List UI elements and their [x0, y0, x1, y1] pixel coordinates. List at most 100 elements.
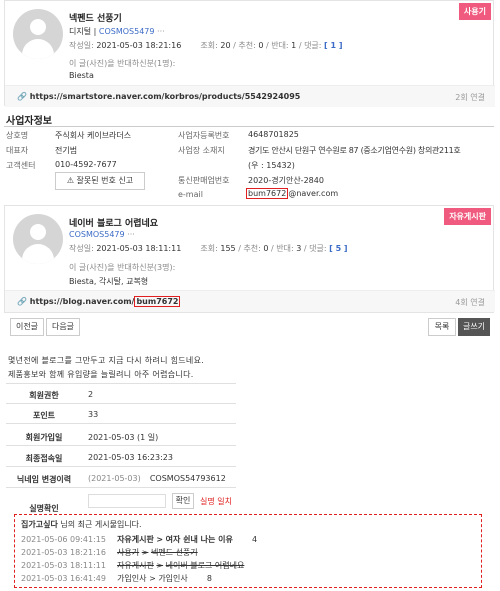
recent-item[interactable]: 2021-05-06 09:41:15 자유게시판 > 여자 쉰내 나는 이유 … [21, 534, 257, 545]
link-icon: 🔗 [17, 92, 27, 101]
rec-label: 추천: [238, 41, 256, 50]
avatar[interactable] [13, 214, 63, 264]
biz-value: 주식회사 케이브라더스 [55, 131, 132, 140]
author-link[interactable]: COSMOS5479 [99, 27, 155, 36]
comments-count[interactable]: [ 5 ] [329, 244, 347, 253]
comments-count[interactable]: [ 1 ] [324, 41, 342, 50]
recent-item[interactable]: 2021-05-03 18:11:11 자유게시판 > 네이버 블로그 어렵네요 [21, 560, 244, 571]
separator: | [93, 27, 97, 36]
separator: / [233, 41, 236, 50]
opposers-line: 이 글(사진)을 반대하신분(1명): [69, 59, 176, 68]
separator: / [265, 41, 269, 50]
verify-label: 실명확인 [29, 504, 59, 513]
list-button[interactable]: 목록 [428, 318, 456, 336]
member-label: 회원권한 [29, 391, 59, 400]
biz-label: 사업자등록번호 [178, 131, 230, 140]
nick-history-label: 닉네임 변경이력 [16, 475, 72, 484]
views-value: 20 [220, 41, 231, 50]
biz-value: 2020-경기안산-2840 [248, 176, 324, 185]
verify-button[interactable]: 확인 [172, 493, 194, 509]
comments-label: 댓글: [309, 244, 327, 253]
avatar[interactable] [13, 9, 63, 59]
report-icon: ⚠ [66, 176, 74, 185]
member-value: 33 [88, 410, 99, 419]
recent-posts-box: 집가고싶다 님의 최근 게시물입니다. 2021-05-06 09:41:15 … [14, 514, 482, 588]
biz-value: (우 : 15432) [248, 161, 295, 170]
link-icon: 🔗 [17, 297, 27, 306]
opposers-list: Biesta, 각시탈, 교복형 [69, 277, 149, 286]
opposers-list: Biesta [69, 71, 94, 80]
biz-label: 대표자 [6, 146, 29, 155]
views-label: 조회: [200, 41, 218, 50]
separator: / [303, 244, 307, 253]
biz-label: 고객센터 [6, 161, 36, 170]
member-label: 회원가입일 [25, 433, 63, 442]
board-tag[interactable]: 사용기 [458, 3, 491, 20]
biz-value: 전기범 [55, 146, 78, 155]
rec-value: 0 [263, 244, 269, 253]
author-link[interactable]: COSMOS5479 [69, 230, 125, 239]
link-url[interactable]: https://smartstore.naver.com/korbros/pro… [30, 92, 301, 101]
biz-label: 상호명 [6, 131, 29, 140]
biz-label: 통신판매업번호 [178, 176, 230, 185]
email-label: e-mail [178, 190, 203, 199]
board-tag[interactable]: 자유게시판 [444, 208, 491, 225]
link-count: 4회 연결 [455, 298, 485, 307]
comments-label: 댓글: [304, 41, 322, 50]
recent-user-name[interactable]: 집가고싶다 [21, 520, 58, 529]
more-icon: ··· [157, 27, 165, 36]
link-bar: 🔗 https://smartstore.naver.com/korbros/p… [5, 85, 495, 107]
date-label: 작성일: [69, 244, 94, 253]
link-bar: 🔗 https://blog.naver.com/bum7672 4회 연결 [5, 290, 495, 312]
link-url[interactable]: https://blog.naver.com/bum7672 [30, 296, 181, 307]
views-value: 155 [220, 244, 236, 253]
post-card-2: 자유게시판 네이버 블로그 어렵네요 COSMOS5479 ··· 작성일: 2… [4, 205, 495, 313]
member-label: 최종접속일 [25, 454, 63, 463]
member-value: 2 [88, 390, 94, 399]
nick-history-value: COSMOS54793612 [149, 474, 226, 483]
views-label: 조회: [200, 244, 218, 253]
rec-label: 추천: [243, 244, 261, 253]
post-card-1: 사용기 넥펜드 선풍기 디지털 | COSMOS5479 ··· 작성일: 20… [4, 0, 495, 107]
biz-value: 경기도 안산시 단원구 연수원로 87 (중소기업연수원) 창의관211호 [248, 146, 461, 155]
more-icon: ··· [127, 230, 135, 239]
recent-item[interactable]: 2021-05-03 16:41:49 가입인사 > 가입인사 8 [21, 573, 212, 584]
link-user-highlight: bum7672 [134, 296, 181, 307]
opp-value: 1 [291, 41, 297, 50]
nick-history-date: (2021-05-03) [88, 474, 141, 483]
member-label: 포인트 [32, 411, 56, 420]
report-number-button[interactable]: ⚠ 잘못된 번호 신고 [55, 172, 145, 190]
member-value: 2021-05-03 16:23:23 [88, 453, 173, 462]
post-body-line: 제품홍보와 함께 유입량을 늘릴려니 아주 어렵습니다. [8, 370, 194, 379]
next-post-button[interactable]: 다음글 [46, 318, 80, 336]
opp-label: 반대: [276, 244, 294, 253]
separator: / [238, 244, 241, 253]
recent-item[interactable]: 2021-05-03 18:21:16 사용기 > 넥펜드 선풍기 [21, 547, 198, 558]
member-value: 2021-05-03 (1 일) [88, 433, 159, 442]
biz-value: 4648701825 [248, 130, 299, 139]
date-label: 작성일: [69, 41, 94, 50]
opp-label: 반대: [271, 41, 289, 50]
post-date: 2021-05-03 18:21:16 [96, 41, 182, 50]
link-count: 2회 연결 [455, 93, 485, 102]
verify-input[interactable] [88, 494, 166, 508]
separator: / [271, 244, 274, 253]
opp-value: 3 [296, 244, 302, 253]
post-title[interactable]: 넥펜드 선풍기 [69, 11, 122, 24]
post-body-line: 몇년전에 블로그를 그만두고 지금 다시 하려니 힘드네요. [8, 356, 205, 365]
recent-title-suffix: 님의 최근 게시물입니다. [60, 520, 142, 529]
business-heading: 사업자정보 [6, 116, 52, 127]
biz-label: 사업장 소재지 [178, 146, 225, 155]
separator: / [298, 41, 302, 50]
rec-value: 0 [258, 41, 264, 50]
biz-value: 010-4592-7677 [55, 160, 117, 169]
post-title[interactable]: 네이버 블로그 어렵네요 [69, 216, 158, 229]
verify-status: 실명 일치 [200, 497, 232, 506]
email-domain: @naver.com [288, 189, 339, 198]
opposers-line: 이 글(사진)을 반대하신분(3명): [69, 263, 176, 272]
prev-post-button[interactable]: 이전글 [10, 318, 44, 336]
board-name[interactable]: 디지털 [69, 27, 91, 36]
post-date: 2021-05-03 18:11:11 [96, 244, 182, 253]
write-button[interactable]: 글쓰기 [458, 318, 490, 336]
email-user-highlight: bum7672 [246, 188, 289, 199]
